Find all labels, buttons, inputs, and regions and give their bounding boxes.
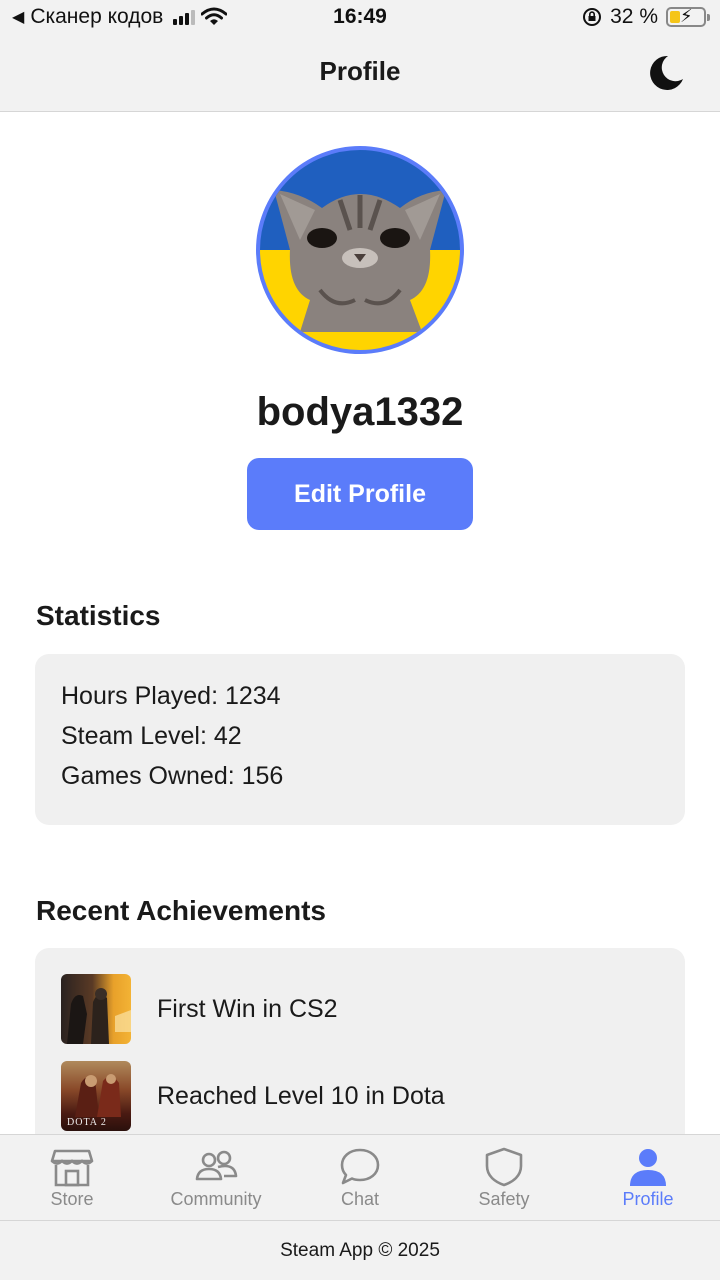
footer: Steam App © 2025 xyxy=(0,1220,720,1280)
tab-safety[interactable]: Safety xyxy=(432,1135,576,1221)
moon-icon[interactable] xyxy=(646,53,686,93)
edit-profile-button[interactable]: Edit Profile xyxy=(247,458,473,530)
tab-store[interactable]: Store xyxy=(0,1135,144,1221)
chat-icon xyxy=(340,1148,380,1185)
orientation-lock-icon xyxy=(583,8,602,26)
username: bodya1332 xyxy=(256,390,464,434)
tab-label: Chat xyxy=(340,1189,380,1209)
tab-label: Safety xyxy=(478,1189,530,1209)
tab-chat[interactable]: Chat xyxy=(288,1135,432,1221)
achievement-item[interactable]: DOTA 2 Reached Level 10 in Dota xyxy=(61,1061,445,1131)
community-icon xyxy=(195,1150,238,1181)
statistics-title: Statistics xyxy=(36,600,161,631)
achievements-title: Recent Achievements xyxy=(36,895,326,926)
tab-label: Store xyxy=(50,1189,94,1209)
dota2-thumbnail: DOTA 2 xyxy=(61,1061,131,1131)
tab-community[interactable]: Community xyxy=(144,1135,288,1221)
tab-bar: Store Community Chat Safety Profile xyxy=(0,1134,720,1220)
battery-icon: ⚡ xyxy=(666,6,710,27)
achievements-card: First Win in CS2 DOTA 2 Reached Level 10… xyxy=(35,948,685,1148)
avatar[interactable] xyxy=(256,146,464,354)
achievement-label: First Win in CS2 xyxy=(157,994,338,1023)
tab-label: Community xyxy=(170,1189,262,1209)
stat-hours-played: Hours Played: 1234 xyxy=(61,682,281,710)
shield-icon xyxy=(485,1147,523,1187)
stat-steam-level: Steam Level: 42 xyxy=(61,722,242,750)
battery-percent: 32 % xyxy=(610,5,658,28)
cat-avatar-image xyxy=(274,190,446,332)
achievement-item[interactable]: First Win in CS2 xyxy=(61,974,338,1044)
stat-games-owned: Games Owned: 156 xyxy=(61,762,284,790)
achievement-label: Reached Level 10 in Dota xyxy=(157,1081,445,1110)
footer-text: Steam App © 2025 xyxy=(280,1239,440,1261)
cs2-thumbnail xyxy=(61,974,131,1044)
tab-label: Profile xyxy=(622,1189,674,1209)
statistics-card: Hours Played: 1234 Steam Level: 42 Games… xyxy=(35,654,685,825)
profile-icon xyxy=(630,1149,666,1186)
app-header: Profile xyxy=(0,36,720,112)
tab-profile[interactable]: Profile xyxy=(576,1135,720,1221)
store-icon xyxy=(50,1149,94,1187)
status-bar: ◀ Сканер кодов 16:49 32 % ⚡ xyxy=(0,0,720,36)
page-title: Profile xyxy=(319,56,401,86)
dota2-thumb-text: DOTA 2 xyxy=(67,1117,107,1128)
